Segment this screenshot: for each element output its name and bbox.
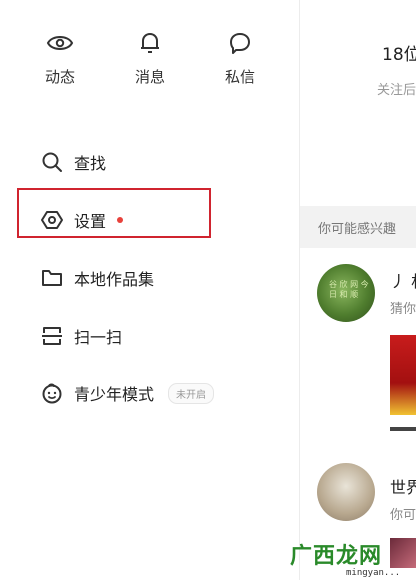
- folder-icon: [42, 270, 62, 286]
- watermark-photo: [390, 538, 416, 568]
- quick-action-messages[interactable]: 消息: [120, 30, 180, 87]
- background-page: 18位 关注后 你可能感兴趣 谷 欣 网 今 日 和 顺 丿 林 猜你 世界 你…: [300, 0, 416, 580]
- menu-item-local-works[interactable]: 本地作品集: [40, 258, 154, 298]
- menu-item-label: 扫一扫: [74, 328, 123, 347]
- bell-icon: [141, 33, 159, 53]
- quick-action-label: 动态: [44, 68, 75, 86]
- app-screen: 18位 关注后 你可能感兴趣 谷 欣 网 今 日 和 顺 丿 林 猜你 世界 你…: [0, 0, 416, 580]
- thumbnail-divider: [390, 427, 416, 431]
- section-header: 你可能感兴趣: [318, 222, 397, 237]
- quick-action-label: 消息: [134, 68, 165, 86]
- watermark: 广西龙网 mingyan...: [290, 538, 416, 580]
- watermark-url: mingyan...: [346, 568, 401, 578]
- watermark-logo: 广西龙网: [290, 544, 383, 569]
- quick-action-label: 私信: [224, 68, 255, 86]
- background-subtitle: 关注后: [377, 83, 416, 98]
- scan-icon: [42, 327, 62, 345]
- chat-bubble-icon: [230, 33, 250, 54]
- suggested-user-desc: 你可: [390, 508, 416, 523]
- side-drawer: 动态 消息 私信 查找 设置 本地作品集 扫一扫 青少年模式 未开启: [0, 0, 300, 580]
- menu-item-teen-mode[interactable]: 青少年模式 未开启: [40, 373, 215, 413]
- avatar[interactable]: [317, 463, 375, 521]
- menu-item-label: 青少年模式: [74, 385, 155, 404]
- menu-item-scan[interactable]: 扫一扫: [40, 316, 122, 356]
- suggested-user-name[interactable]: 世界: [390, 474, 416, 498]
- menu-item-label: 查找: [74, 154, 107, 173]
- quick-action-feed[interactable]: 动态: [30, 30, 90, 87]
- avatar[interactable]: 谷 欣 网 今 日 和 顺: [317, 264, 375, 322]
- search-icon: [42, 152, 62, 172]
- highlight-box: [17, 188, 211, 238]
- suggested-user-desc: 猜你: [390, 302, 416, 317]
- post-thumbnail[interactable]: [390, 335, 416, 415]
- background-title: 18位: [382, 45, 416, 65]
- menu-item-label: 本地作品集: [74, 270, 155, 289]
- status-badge: 未开启: [168, 382, 215, 404]
- menu-item-search[interactable]: 查找: [40, 142, 106, 182]
- child-face-icon: [42, 383, 62, 404]
- quick-action-direct-messages[interactable]: 私信: [210, 30, 270, 87]
- avatar-text: 谷 欣 网 今 日 和 顺: [329, 280, 369, 299]
- suggested-user-name[interactable]: 丿 林: [390, 268, 416, 292]
- eye-icon: [46, 36, 74, 50]
